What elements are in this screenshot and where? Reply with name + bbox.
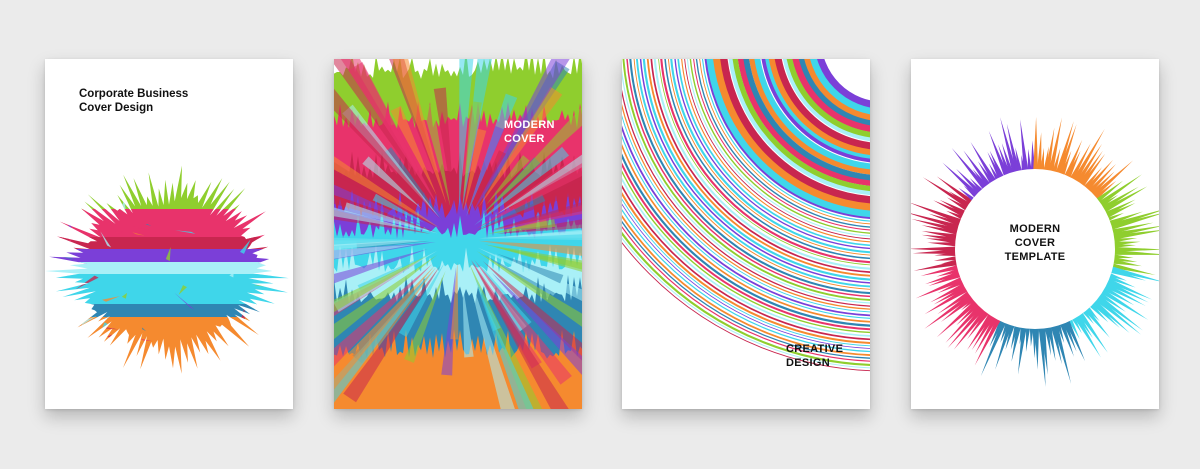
full-bleed-burst-art: [334, 59, 582, 409]
cover-title-line-2: DESIGN: [786, 357, 830, 369]
cover-title-line-2: COVER: [1014, 237, 1056, 249]
cover-title-line-1: Corporate Business: [79, 88, 189, 100]
cover-card-creative-design: CREATIVE DESIGN: [622, 59, 870, 409]
cover-title: MODERN COVER: [504, 118, 555, 146]
cover-card-modern-cover-template: MODERN COVER TEMPLATE: [911, 59, 1159, 409]
cover-title-line-1: MODERN: [1009, 223, 1061, 235]
cover-title-line-2: Cover Design: [79, 102, 154, 114]
cover-title-line-3: TEMPLATE: [1004, 251, 1066, 263]
cover-title: MODERN COVER TEMPLATE: [911, 222, 1159, 264]
cover-title-line-1: MODERN: [504, 119, 555, 131]
cover-title-line-2: COVER: [504, 133, 545, 145]
cover-card-corporate-business: Corporate Business Cover Design: [45, 59, 293, 409]
cover-title-line-1: CREATIVE: [786, 343, 844, 355]
cover-card-modern-cover: MODERN COVER: [334, 59, 582, 409]
cover-title: CREATIVE DESIGN: [786, 342, 843, 370]
cover-title: Corporate Business Cover Design: [79, 87, 188, 115]
